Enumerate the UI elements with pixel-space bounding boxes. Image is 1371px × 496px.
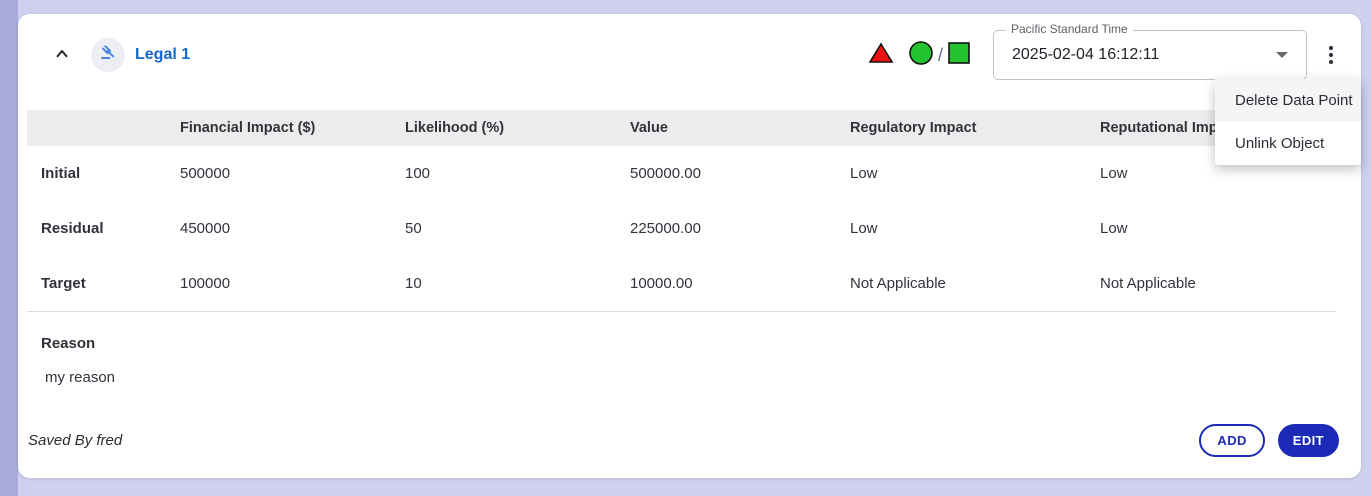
green-circle-icon — [908, 40, 934, 71]
column-header-likelihood: Likelihood (%) — [391, 120, 616, 136]
context-menu: Delete Data Point Unlink Object — [1215, 79, 1361, 165]
value-cell: 225000.00 — [616, 220, 836, 237]
timestamp-value: 2025-02-04 16:12:11 — [1012, 46, 1159, 64]
reputational-impact-value: Low — [1086, 165, 1336, 182]
saved-by-text: Saved By fred — [28, 432, 122, 449]
edit-button[interactable]: EDIT — [1278, 424, 1339, 457]
reason-section: Reason my reason — [27, 335, 1336, 386]
menu-item-delete-data-point[interactable]: Delete Data Point — [1215, 79, 1361, 122]
financial-impact-value: 450000 — [166, 220, 391, 237]
reason-label: Reason — [27, 335, 1336, 352]
row-label: Target — [27, 275, 166, 292]
column-header-value: Value — [616, 120, 836, 136]
data-point-panel: Legal 1 / Pacific Standard Time 2025-02-… — [18, 14, 1361, 478]
panel-header: Legal 1 / Pacific Standard Time 2025-02-… — [18, 14, 1361, 96]
object-avatar — [91, 38, 125, 72]
shape-separator: / — [938, 45, 943, 66]
regulatory-impact-value: Low — [836, 165, 1086, 182]
collapse-button[interactable] — [49, 42, 75, 68]
column-header-financial-impact: Financial Impact ($) — [166, 120, 391, 136]
gavel-icon — [99, 43, 118, 67]
reputational-impact-value: Not Applicable — [1086, 275, 1336, 292]
menu-item-unlink-object[interactable]: Unlink Object — [1215, 122, 1361, 165]
likelihood-value: 10 — [391, 275, 616, 292]
row-label: Initial — [27, 165, 166, 182]
value-cell: 10000.00 — [616, 275, 836, 292]
value-cell: 500000.00 — [616, 165, 836, 182]
timestamp-select[interactable]: Pacific Standard Time 2025-02-04 16:12:1… — [993, 30, 1307, 80]
column-header-regulatory-impact: Regulatory Impact — [836, 120, 1086, 136]
table-row-residual: Residual 450000 50 225000.00 Low Low — [27, 201, 1336, 256]
page-edge-bar — [0, 0, 18, 496]
timezone-label: Pacific Standard Time — [1006, 22, 1133, 36]
row-label: Residual — [27, 220, 166, 237]
table-header-row: Financial Impact ($) Likelihood (%) Valu… — [27, 110, 1336, 146]
table-row-initial: Initial 500000 100 500000.00 Low Low — [27, 146, 1336, 201]
panel-title[interactable]: Legal 1 — [135, 46, 190, 64]
likelihood-value: 100 — [391, 165, 616, 182]
regulatory-impact-value: Not Applicable — [836, 275, 1086, 292]
kebab-menu-button[interactable] — [1323, 40, 1339, 70]
panel-footer: Saved By fred ADD EDIT — [18, 424, 1361, 478]
severity-indicators: / — [868, 40, 971, 71]
chevron-up-icon — [53, 45, 71, 66]
financial-impact-value: 100000 — [166, 275, 391, 292]
add-button[interactable]: ADD — [1199, 424, 1264, 457]
table-row-target: Target 100000 10 10000.00 Not Applicable… — [27, 256, 1336, 311]
reason-value: my reason — [27, 369, 1336, 386]
red-triangle-icon — [868, 41, 894, 70]
likelihood-value: 50 — [391, 220, 616, 237]
table-body: Initial 500000 100 500000.00 Low Low Res… — [27, 146, 1336, 312]
kebab-icon — [1329, 46, 1333, 64]
action-buttons: ADD EDIT — [1199, 424, 1339, 457]
green-square-icon — [947, 41, 971, 70]
reputational-impact-value: Low — [1086, 220, 1336, 237]
regulatory-impact-value: Low — [836, 220, 1086, 237]
financial-impact-value: 500000 — [166, 165, 391, 182]
caret-down-icon — [1276, 52, 1288, 58]
